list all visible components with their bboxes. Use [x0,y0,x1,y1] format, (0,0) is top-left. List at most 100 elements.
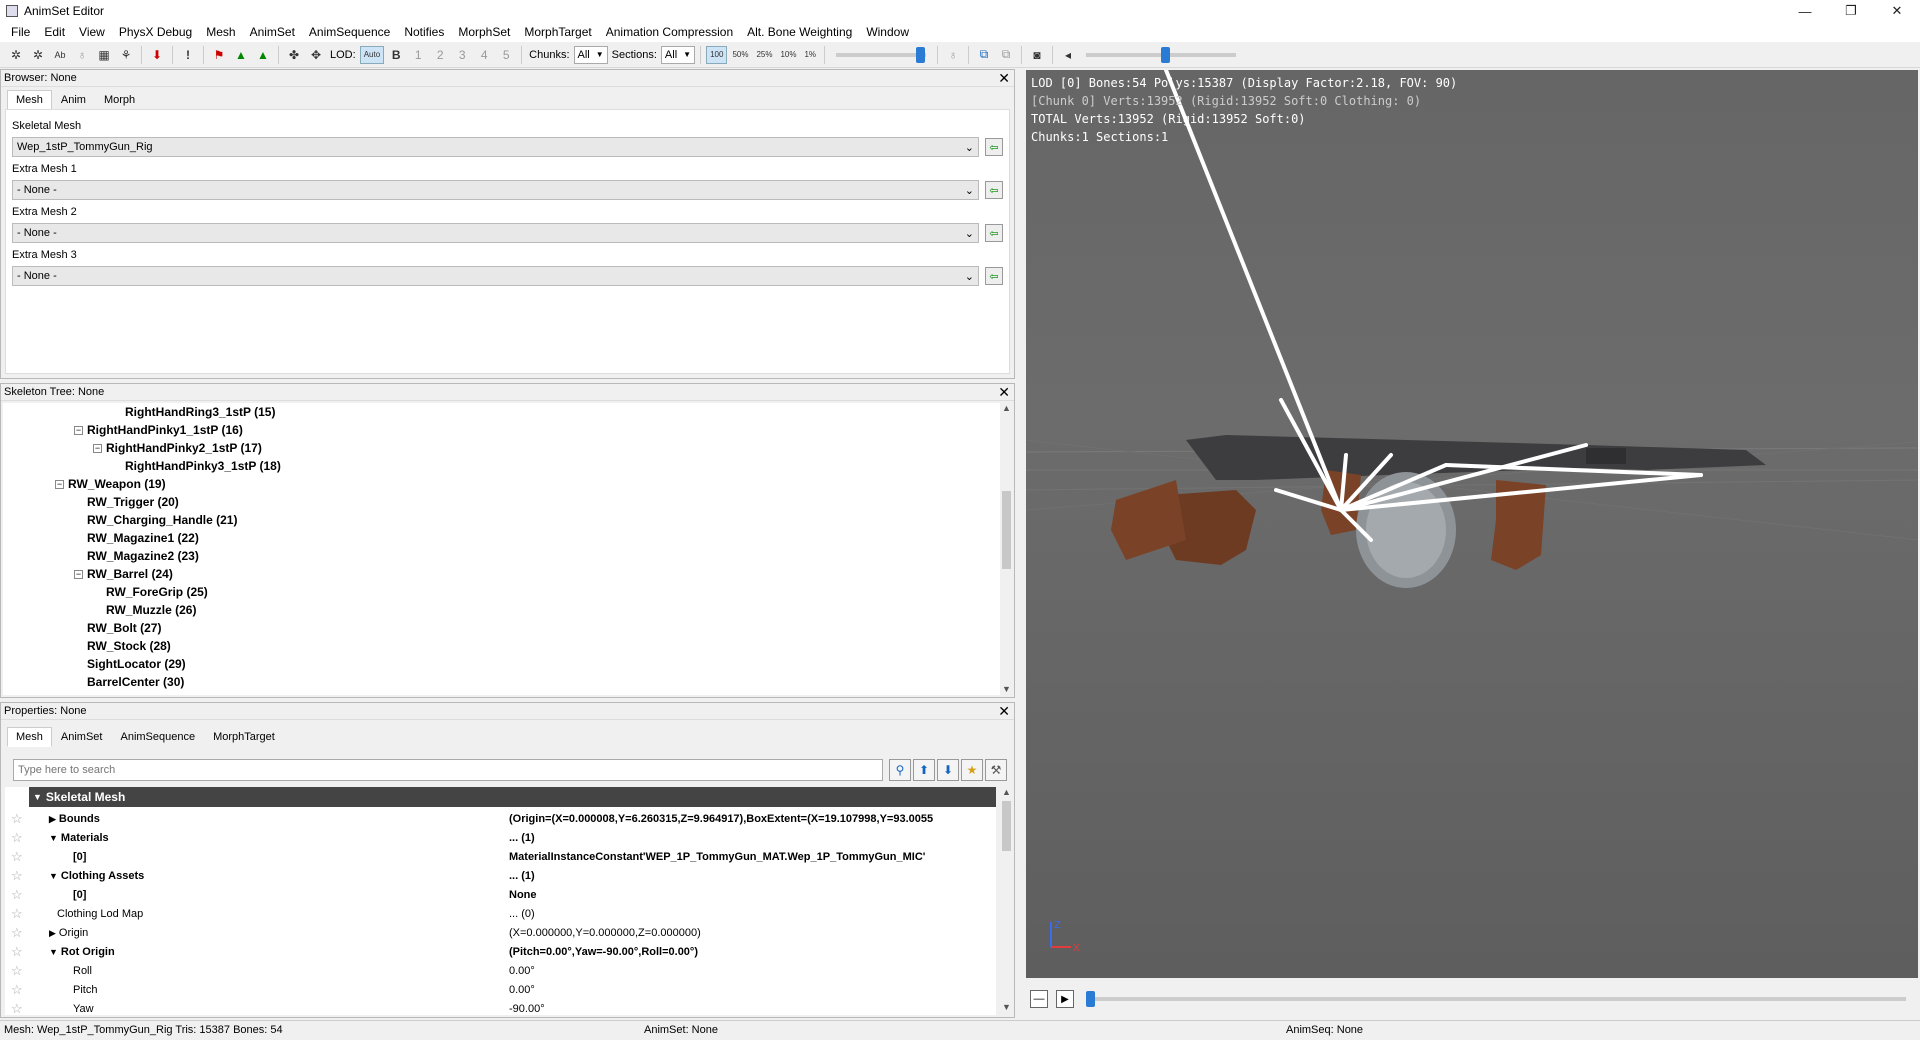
favorite-star-icon[interactable]: ☆ [11,963,23,979]
property-row[interactable]: ☆ Roll 0.00° [5,961,996,980]
property-row[interactable]: ☆ ▼ Materials ... (1) [5,828,996,847]
property-search-input[interactable] [13,759,883,781]
close-button[interactable]: ✕ [1874,0,1920,22]
use-selected-icon[interactable]: ⇦ [985,267,1003,285]
speed-10-button[interactable]: 10% [777,46,799,64]
tree-node[interactable]: RW_Magazine2 (23) [3,547,1000,565]
bulb-icon[interactable]: ♁ [943,45,963,65]
properties-close-icon[interactable]: ✕ [998,704,1010,718]
tree-node[interactable]: RW_Muzzle (26) [3,601,1000,619]
speed-slider-knob[interactable] [916,46,926,63]
speed-100-button[interactable]: 100 [706,45,728,64]
tree-node[interactable]: RW_Charging_Handle (21) [3,511,1000,529]
property-row[interactable]: ☆ ▶ Origin (X=0.000000,Y=0.000000,Z=0.00000… [5,923,996,942]
speed-50-button[interactable]: 50% [729,46,751,64]
tree-node[interactable]: BarrelCenter (30) [3,673,1000,691]
menu-window[interactable]: Window [859,25,916,39]
property-value[interactable]: None [509,889,537,901]
physics-icon[interactable]: ✤ [284,45,304,65]
menu-notifies[interactable]: Notifies [397,25,451,39]
collapse-toggle-icon[interactable]: − [93,443,102,453]
tab-prop-mesh[interactable]: Mesh [7,727,52,747]
property-row[interactable]: ☆ [0] MaterialInstanceConstant'WEP_1P_Tomm… [5,847,996,866]
use-selected-icon[interactable]: ⇦ [985,181,1003,199]
menu-file[interactable]: File [4,25,37,39]
tree-node[interactable]: RW_Trigger (20) [3,493,1000,511]
volume-slider-knob[interactable] [1161,46,1171,63]
arrow-down-icon[interactable]: ⬇ [937,759,959,781]
timeline-slider[interactable] [1086,991,1906,1007]
menu-morphtarget[interactable]: MorphTarget [517,25,598,39]
flag-icon[interactable]: ⚑ [209,45,229,65]
tab-mesh[interactable]: Mesh [7,90,52,110]
scroll-up-icon[interactable]: ▲ [1000,403,1013,416]
tree-node[interactable]: RW_ForeGrip (25) [3,583,1000,601]
tree-node[interactable]: − RW_Barrel (24) [3,565,1000,583]
tab-prop-animset[interactable]: AnimSet [52,727,112,747]
sections-select[interactable]: All ▼ [660,45,696,64]
tree-node[interactable]: RightHandPinky3_1stP (18) [3,457,1000,475]
scroll-down-icon[interactable]: ▼ [1000,1002,1013,1015]
speed-25-button[interactable]: 25% [753,46,775,64]
mirror-icon[interactable]: ⧉ [974,45,994,65]
lod-2-button[interactable]: 2 [430,45,450,65]
use-selected-icon[interactable]: ⇦ [985,138,1003,156]
property-value[interactable]: 0.00° [509,965,535,977]
skeleton-icon[interactable]: ✲ [6,45,26,65]
favorite-star-icon[interactable]: ★ [961,759,983,781]
tree-node[interactable]: RightHandRing3_1stP (15) [3,403,1000,421]
tree-scrollbar[interactable]: ▲ ▼ [1000,403,1013,697]
property-value[interactable]: (Origin=(X=0.000008,Y=6.260315,Z=9.96491… [509,813,933,825]
property-row[interactable]: ☆ ▼ Clothing Assets ... (1) [5,866,996,885]
property-value[interactable]: (Pitch=0.00°,Yaw=-90.00°,Roll=0.00°) [509,946,698,958]
normals-icon[interactable]: ▲ [231,45,251,65]
property-row[interactable]: ☆ Clothing Lod Map ... (0) [5,904,996,923]
loop-icon[interactable]: — [1030,990,1048,1008]
property-value[interactable]: ... (0) [509,908,535,920]
wrench-icon[interactable]: ⚒ [985,759,1007,781]
chunks-select[interactable]: All ▼ [573,45,608,64]
minimize-button[interactable]: — [1782,0,1828,22]
favorite-star-icon[interactable]: ☆ [11,982,23,998]
camera-icon[interactable]: ◙ [1027,45,1047,65]
extra-mesh-1-select[interactable]: - None - ⌄ [12,180,979,200]
search-icon[interactable]: ⚲ [889,759,911,781]
cloth-icon[interactable]: ✥ [306,45,326,65]
browser-close-icon[interactable]: ✕ [998,71,1010,85]
scroll-down-icon[interactable]: ▼ [1000,684,1013,697]
property-row[interactable]: ☆ ▼ Rot Origin (Pitch=0.00°,Yaw=-90.00°,Rol… [5,942,996,961]
collapse-icon[interactable]: ▼ [49,833,58,843]
tree-node[interactable]: RW_Bolt (27) [3,619,1000,637]
bone-names-icon[interactable]: Ab [50,45,70,65]
collapse-toggle-icon[interactable]: − [55,479,64,489]
lod-5-button[interactable]: 5 [496,45,516,65]
tab-anim[interactable]: Anim [52,90,95,110]
tree-node[interactable]: SightLocator (29) [3,655,1000,673]
favorite-star-icon[interactable]: ☆ [11,1001,23,1016]
menu-animset[interactable]: AnimSet [243,25,302,39]
skeleton-close-icon[interactable]: ✕ [998,385,1010,399]
favorite-star-icon[interactable]: ☆ [11,944,23,960]
tree-node[interactable]: RW_Magazine1 (22) [3,529,1000,547]
favorite-star-icon[interactable]: ☆ [11,811,23,827]
collapse-icon[interactable]: ▼ [49,871,58,881]
collapse-toggle-icon[interactable]: − [74,425,83,435]
tree-node[interactable]: − RightHandPinky1_1stP (16) [3,421,1000,439]
light-bulb-icon[interactable]: ♁ [72,45,92,65]
tab-prop-animsequence[interactable]: AnimSequence [111,727,204,747]
timeline-knob[interactable] [1086,991,1095,1007]
favorite-star-icon[interactable]: ☆ [11,830,23,846]
extra-mesh-3-select[interactable]: - None - ⌄ [12,266,979,286]
tab-morph[interactable]: Morph [95,90,144,110]
extra-mesh-2-select[interactable]: - None - ⌄ [12,223,979,243]
property-row[interactable]: ☆ Yaw -90.00° [5,999,996,1016]
favorite-star-icon[interactable]: ☆ [11,868,23,884]
property-value[interactable]: -90.00° [509,1003,545,1015]
tree-node[interactable]: − RW_Weapon (19) [3,475,1000,493]
speed-1-button[interactable]: 1% [801,46,819,64]
lod-base-button[interactable]: B [386,45,406,65]
download-icon[interactable]: ⬇ [147,45,167,65]
tree-node[interactable]: − RightHandPinky2_1stP (17) [3,439,1000,457]
mirror-off-icon[interactable]: ⧉ [996,45,1016,65]
scroll-thumb[interactable] [1002,491,1011,569]
